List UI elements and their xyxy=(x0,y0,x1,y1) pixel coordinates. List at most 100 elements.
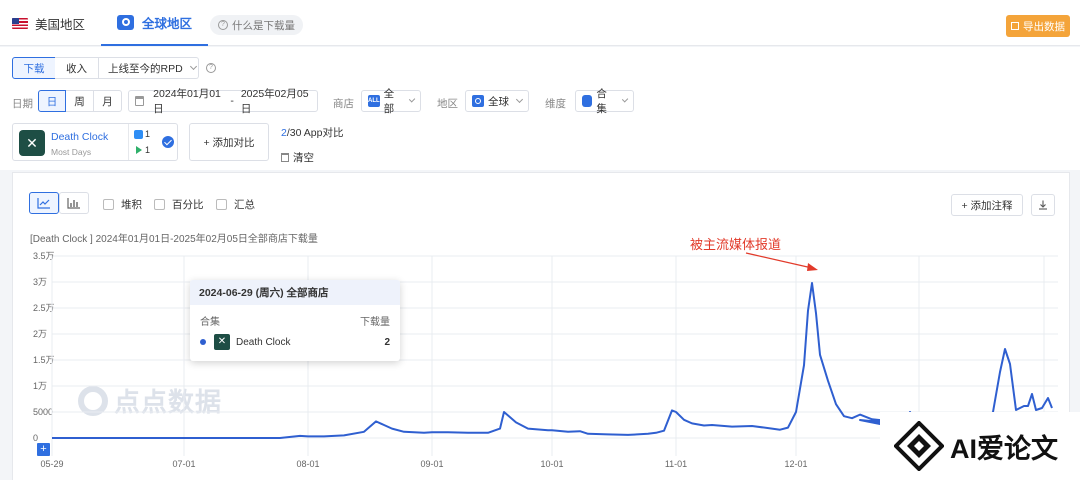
watermark: 点点数据 xyxy=(78,382,222,419)
granularity-day-button[interactable]: 日 xyxy=(38,90,66,112)
ios-count: 1 xyxy=(145,129,151,139)
watermark-text: 点点数据 xyxy=(114,387,223,417)
x-tick-label: 11-01 xyxy=(665,459,687,469)
tooltip-date: 2024-06-29 (周六) 全部商店 xyxy=(190,280,400,305)
ai-lunwen-logo: AI爱论文 xyxy=(880,412,1080,480)
filter-panel: 下载 收入 上线至今的RPD ? 日期 日 周 月 2024年01月01日 - … xyxy=(0,47,1080,170)
date-start: 2024年01月01日 xyxy=(153,88,221,115)
expand-plus-button[interactable]: + xyxy=(37,443,50,456)
granularity-month-button[interactable]: 月 xyxy=(94,90,122,112)
line-chart-icon xyxy=(37,198,50,209)
app-card[interactable]: ✕ Death Clock Most Days 1 1 xyxy=(12,123,178,161)
chevron-down-icon xyxy=(189,62,197,71)
chevron-down-icon xyxy=(515,95,524,104)
summary-checkbox[interactable]: 汇总 xyxy=(216,197,255,212)
metric-rpd-dropdown[interactable]: 上线至今的RPD xyxy=(99,57,199,79)
x-tick-label: 08-01 xyxy=(296,459,319,469)
app-subtitle: Most Days xyxy=(51,147,92,157)
google-play-icon xyxy=(136,146,142,154)
compare-counter: 2/30 App对比 xyxy=(281,125,343,140)
checkbox-icon xyxy=(216,199,227,210)
globe-icon xyxy=(117,14,134,30)
logo-text: AI爱论文 xyxy=(950,433,1058,464)
watermark-logo-icon xyxy=(78,385,108,416)
collection-icon xyxy=(582,95,593,107)
compare-total: /30 App对比 xyxy=(286,127,344,139)
export-data-label: 导出数据 xyxy=(1023,20,1065,33)
checkbox-icon xyxy=(103,199,114,210)
rpd-help-icon[interactable]: ? xyxy=(206,63,216,73)
death-clock-app-icon: ✕ xyxy=(19,130,45,156)
app-store-icon xyxy=(134,129,143,139)
series-dot-icon xyxy=(200,339,206,345)
line-chart-toggle[interactable] xyxy=(29,192,59,214)
bar-chart-icon xyxy=(67,198,80,209)
export-data-button[interactable]: 导出数据 xyxy=(1006,15,1070,37)
x-tick-label: 12-01 xyxy=(784,459,807,469)
metric-download-button[interactable]: 下载 xyxy=(12,57,56,79)
annotation-label: 被主流媒体报道 xyxy=(690,237,782,252)
death-clock-app-icon: ✕ xyxy=(214,334,230,350)
download-icon xyxy=(1039,200,1047,210)
chevron-down-icon xyxy=(408,96,416,103)
selected-check-icon[interactable] xyxy=(162,136,174,148)
y-tick-label: 2万 xyxy=(33,329,47,339)
question-icon: ? xyxy=(218,20,228,30)
tooltip-data-row: ✕ Death Clock 2 xyxy=(200,334,390,350)
bar-chart-toggle[interactable] xyxy=(59,192,89,214)
tooltip-col-left: 合集 xyxy=(200,317,220,328)
tooltip-value: 2 xyxy=(384,336,390,348)
tooltip-header-row: 合集 下载量 xyxy=(200,313,390,328)
chart-title: [Death Clock ] 2024年01月01日-2025年02月05日全部… xyxy=(30,234,318,245)
ios-store-count: 1 xyxy=(134,129,150,139)
region-label: 地区 xyxy=(437,98,458,110)
calendar-icon xyxy=(135,96,145,106)
trash-icon xyxy=(281,153,289,162)
us-flag-icon xyxy=(12,17,28,29)
help-download-label: 什么是下载量 xyxy=(232,19,295,32)
store-dropdown[interactable]: ALL 全部 xyxy=(361,88,421,115)
granularity-week-button[interactable]: 周 xyxy=(66,90,94,112)
stack-checkbox[interactable]: 堆积 xyxy=(103,197,142,212)
top-bar: 美国地区 全球地区 ? 什么是下载量 导出数据 xyxy=(0,0,1080,46)
tab-us-region-label: 美国地区 xyxy=(35,17,86,32)
date-range-picker[interactable]: 2024年01月01日 - 2025年02月05日 xyxy=(128,88,318,115)
add-annotation-button[interactable]: + 添加注释 xyxy=(951,194,1023,216)
stack-label: 堆积 xyxy=(121,199,142,211)
metric-rpd-label: 上线至今的RPD xyxy=(108,62,183,75)
percent-checkbox[interactable]: 百分比 xyxy=(154,197,204,212)
dimension-dropdown[interactable]: 合集 xyxy=(575,88,634,115)
x-tick-label: 05-29 xyxy=(40,459,63,469)
all-stores-icon: ALL xyxy=(368,95,380,107)
x-tick-label: 09-01 xyxy=(420,459,443,469)
x-tick-label: 10-01 xyxy=(540,459,563,469)
y-tick-label: 5000 xyxy=(33,407,53,417)
tab-global-region-label: 全球地区 xyxy=(142,16,193,31)
x-tick-label: 07-01 xyxy=(172,459,195,469)
chart-tooltip: 2024-06-29 (周六) 全部商店 合集 下载量 ✕ Death Cloc… xyxy=(190,280,400,361)
tooltip-col-right: 下载量 xyxy=(360,317,390,328)
android-store-count: 1 xyxy=(134,145,150,155)
y-tick-label: 1万 xyxy=(33,381,47,391)
tab-global-region[interactable]: 全球地区 xyxy=(101,0,209,46)
metric-revenue-button[interactable]: 收入 xyxy=(55,57,99,79)
percent-label: 百分比 xyxy=(172,199,204,211)
app-name: Death Clock xyxy=(51,131,109,143)
summary-label: 汇总 xyxy=(234,199,255,211)
y-tick-label: 1.5万 xyxy=(33,355,55,365)
tab-us-region[interactable]: 美国地区 xyxy=(12,0,85,46)
region-value: 全球 xyxy=(488,95,509,108)
date-end: 2025年02月05日 xyxy=(240,88,309,115)
clear-button[interactable]: 清空 xyxy=(281,150,314,165)
help-download-link[interactable]: ? 什么是下载量 xyxy=(210,15,303,35)
download-button[interactable] xyxy=(1031,194,1055,216)
add-compare-button[interactable]: + 添加对比 xyxy=(189,123,269,161)
tooltip-app-name: Death Clock xyxy=(236,336,291,348)
region-dropdown[interactable]: 全球 xyxy=(465,90,529,112)
checkbox-icon xyxy=(154,199,165,210)
android-count: 1 xyxy=(145,145,151,155)
export-icon xyxy=(1011,22,1019,30)
logo-mark-icon xyxy=(893,420,945,472)
globe-icon xyxy=(472,95,484,107)
y-tick-label: 3万 xyxy=(33,277,47,287)
